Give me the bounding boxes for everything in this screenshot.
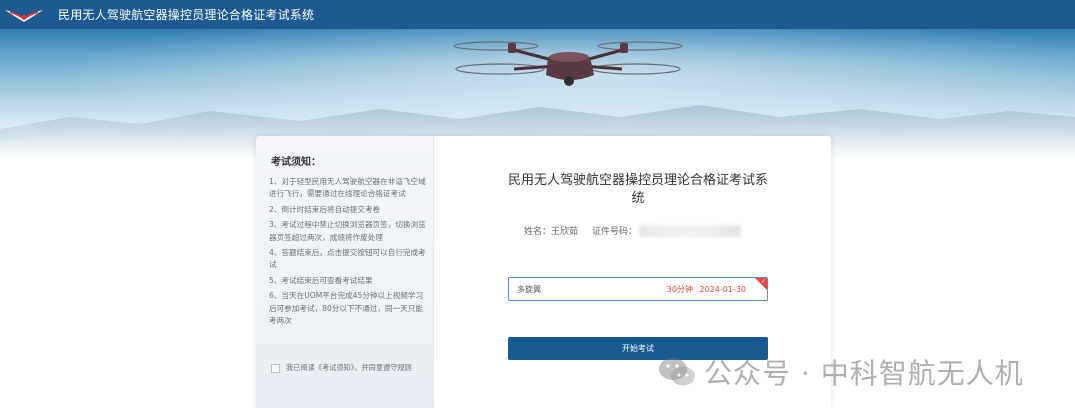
notice-item: 5、考试结束后可查看考试结果 bbox=[269, 275, 373, 285]
exam-login-page: 民用无人驾驶航空器操控员理论合格证考试系统 考试须知： 1、对于轻型民用无人驾驶… bbox=[0, 0, 1075, 408]
notice-title: 考试须知： bbox=[271, 157, 321, 168]
exam-system-title: 民用无人驾驶航空器操控员理论合格证考试系统 bbox=[507, 173, 768, 206]
notice-item: 2、倒计时结束后将自动提交考卷 bbox=[269, 204, 381, 214]
wings-logo-icon bbox=[0, 0, 48, 29]
exam-option-duration: 30分钟 bbox=[666, 285, 693, 294]
watermark: 公众号 · 中科智航无人机 bbox=[656, 352, 1024, 392]
name-label: 姓名： bbox=[524, 227, 552, 237]
notice-item: 6、当天在UOM平台完成45分钟以上视频学习后可参加考试，80分以下不通过，同一… bbox=[269, 291, 424, 326]
watermark-text: 公众号 · 中科智航无人机 bbox=[704, 357, 1024, 390]
agree-row[interactable]: 我已阅读《考试须知》，并同意遵守规则 bbox=[271, 363, 412, 373]
notice-item: 4、答题结束后，点击提交按钮可以自行完成考试 bbox=[269, 248, 426, 270]
exam-notice-panel: 考试须知： 1、对于轻型民用无人驾驶航空器在非适飞空域进行飞行，需要通过在线理论… bbox=[256, 136, 434, 408]
exam-option-date: 2024-01-30 bbox=[699, 285, 747, 294]
id-number-label: 证件号码： bbox=[592, 227, 638, 237]
agree-label: 我已阅读《考试须知》，并同意遵守规则 bbox=[286, 363, 412, 372]
exam-option-name: 多旋翼 bbox=[517, 285, 541, 294]
check-icon: ✓ bbox=[760, 278, 766, 285]
notice-item: 1、对于轻型民用无人驾驶航空器在非适飞空域进行飞行，需要通过在线理论合格证考试 bbox=[269, 177, 426, 199]
notice-list: 1、对于轻型民用无人驾驶航空器在非适飞空域进行飞行，需要通过在线理论合格证考试 … bbox=[269, 176, 429, 330]
exam-option-card[interactable]: 多旋翼 30分钟 2024-01-30 ✓ bbox=[508, 277, 768, 301]
notice-item: 3、考试过程中禁止切换浏览器页签，切换浏览器页签超过两次，成绩将作废处理 bbox=[269, 220, 426, 242]
id-number-redacted bbox=[639, 224, 742, 237]
agree-checkbox[interactable] bbox=[271, 363, 280, 373]
app-title: 民用无人驾驶航空器操控员理论合格证考试系统 bbox=[58, 8, 315, 22]
candidate-info: 姓名： 王欣茹 证件号码： bbox=[524, 224, 742, 237]
exam-option-meta: 30分钟 2024-01-30 bbox=[667, 284, 746, 295]
top-bar: 民用无人驾驶航空器操控员理论合格证考试系统 bbox=[0, 0, 1075, 29]
name-value: 王欣茹 bbox=[551, 227, 579, 237]
wechat-icon bbox=[659, 358, 695, 386]
